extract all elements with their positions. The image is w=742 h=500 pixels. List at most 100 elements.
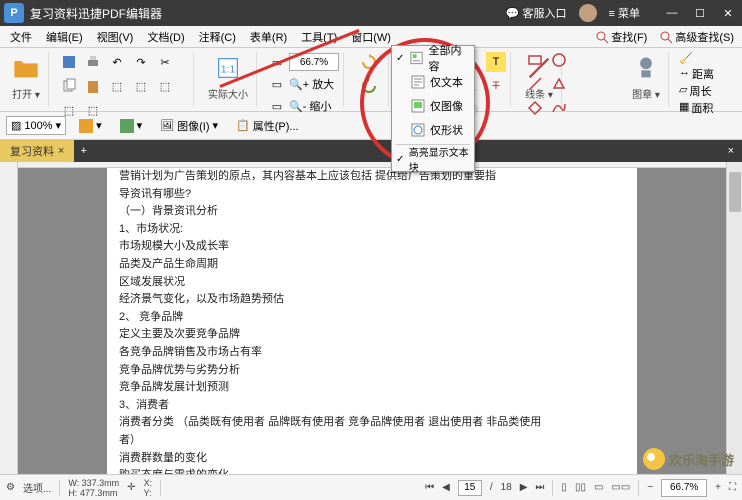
rect-tool-icon[interactable] [527, 52, 547, 72]
text-line[interactable]: 导资讯有哪些? [119, 186, 625, 204]
freehand-tool-icon[interactable] [551, 100, 571, 120]
next-page-icon[interactable]: ▶ [520, 482, 528, 493]
copy-icon[interactable] [59, 76, 79, 96]
menu-item-highlight[interactable]: ✓ 高亮显示文本块 [392, 147, 474, 171]
tool-b-icon[interactable]: ⬚ [131, 76, 151, 96]
area-tool[interactable]: ▦面积 [679, 100, 713, 116]
tab-add-button[interactable]: + [74, 145, 92, 157]
text-line[interactable]: 品类及产品生命周期 [119, 256, 625, 274]
zoom-out-status-icon[interactable]: − [647, 482, 653, 493]
menu-form[interactable]: 表单(R) [244, 27, 293, 47]
props-button[interactable]: 📋 属性(P)... [231, 115, 304, 137]
rotate-ccw-icon[interactable] [359, 76, 379, 96]
menu-view[interactable]: 视图(V) [91, 27, 140, 47]
menu-item-image[interactable]: 仅图像 [392, 94, 474, 118]
actual-size-button[interactable]: 1:1 实际大小 [204, 52, 252, 103]
tabbar-close-icon[interactable]: × [720, 145, 742, 157]
layout-facing-icon[interactable]: ▭ [594, 482, 603, 493]
close-button[interactable]: ✕ [718, 3, 738, 23]
maximize-button[interactable]: ☐ [690, 3, 710, 23]
vertical-scrollbar[interactable] [726, 162, 742, 474]
tab-close-icon[interactable]: × [58, 145, 64, 157]
text-line[interactable]: 者） [119, 432, 625, 450]
document-page[interactable]: 营销计划为广告策划的原点，其内容基本上应该包括 提供给广告策划的重要指 导资讯有… [107, 162, 637, 474]
menu-window[interactable]: 窗口(W) [345, 27, 397, 47]
open-button[interactable]: 打开 ▾ [8, 52, 44, 103]
options-gear-icon[interactable]: ⚙ [6, 482, 15, 493]
layout-continuous-icon[interactable]: ▯▯ [575, 482, 586, 493]
tool-a-icon[interactable]: ⬚ [107, 76, 127, 96]
menu-file[interactable]: 文件 [4, 27, 38, 47]
cut-icon[interactable]: ✂ [155, 52, 175, 72]
text-line[interactable]: 3、消费者 [119, 397, 625, 415]
text-line[interactable]: 市场规模大小及成长率 [119, 238, 625, 256]
fit-status-icon[interactable]: ⛶ [729, 482, 736, 493]
text-line[interactable]: 购买态度与需求的变化 [119, 467, 625, 474]
main-menu-link[interactable]: ≡ 菜单 [609, 5, 640, 21]
customer-service-link[interactable]: 💬 客服入口 [506, 5, 567, 21]
text-line[interactable]: 1、市场状况: [119, 221, 625, 239]
menu-document[interactable]: 文档(D) [141, 27, 190, 47]
page-current-input[interactable] [458, 480, 482, 496]
text-line[interactable]: 各竞争品牌销售及市场占有率 [119, 344, 625, 362]
redo-icon[interactable]: ↷ [131, 52, 151, 72]
minimize-button[interactable]: — [662, 3, 682, 23]
zoom-in-status-icon[interactable]: + [715, 482, 721, 493]
text-line[interactable]: 区域发展状况 [119, 274, 625, 292]
save-icon[interactable] [59, 52, 79, 72]
text-line[interactable]: 经济景气变化，以及市场趋势预估 [119, 291, 625, 309]
menu-item-text[interactable]: 仅文本 [392, 70, 474, 94]
prev-page-icon[interactable]: ◀ [442, 482, 450, 493]
paste-icon[interactable] [83, 76, 103, 96]
first-page-icon[interactable]: ⏮ [425, 482, 434, 493]
last-page-icon[interactable]: ⏭ [535, 482, 544, 493]
menu-item-shape[interactable]: 仅形状 [392, 118, 474, 142]
text-line[interactable]: 竞争品牌优势与劣势分析 [119, 362, 625, 380]
poly-tool-icon[interactable] [551, 76, 571, 96]
layout-single-icon[interactable]: ▯ [561, 482, 567, 493]
color-a[interactable]: ▾ [74, 116, 107, 136]
text-line[interactable]: 消费群数量的变化 [119, 450, 625, 468]
text-line[interactable]: 消费者分类 （品类既有使用者 品牌既有使用者 竞争品牌使用者 退出使用者 非品类… [119, 414, 625, 432]
find-button[interactable]: 查找(F) [591, 27, 651, 47]
layers-button[interactable]: 🖼 图像(I) ▾ [155, 115, 223, 137]
text-line[interactable]: 2、 竞争品牌 [119, 309, 625, 327]
menu-item-all[interactable]: ✓ 全部内容 [392, 46, 474, 70]
highlight-tool-icon[interactable]: T [486, 52, 506, 72]
options-button[interactable]: 选项... [23, 480, 51, 495]
text-line[interactable]: 营销计划为广告策划的原点，其内容基本上应该包括 提供给广告策划的重要指 [119, 168, 625, 186]
fit-height-icon[interactable]: ▭ [267, 96, 287, 116]
scroll-thumb[interactable] [729, 172, 741, 212]
document-tab[interactable]: 复习资料 × [0, 140, 74, 162]
text-line[interactable]: （一）背景资讯分析 [119, 203, 625, 221]
color-b[interactable]: ▾ [115, 116, 148, 136]
layout-book-icon[interactable]: ▭▭ [611, 482, 630, 493]
eraser-tool-icon[interactable]: 🧹 [679, 52, 693, 65]
circle-tool-icon[interactable] [551, 52, 571, 72]
text-line[interactable]: 竞争品牌发展计划预测 [119, 379, 625, 397]
pattern-select[interactable]: ▨ 100% ▾ [6, 116, 66, 135]
stamp-button[interactable]: 图章 ▾ [628, 52, 664, 103]
fit-width-icon[interactable]: ▭ [267, 74, 287, 94]
tool-c-icon[interactable]: ⬚ [155, 76, 175, 96]
rotate-cw-icon[interactable] [359, 52, 379, 72]
menu-tools[interactable]: 工具(T) [295, 27, 343, 47]
distance-tool[interactable]: ↔距离 [679, 66, 714, 82]
undo-icon[interactable]: ↶ [107, 52, 127, 72]
zoom-in-button[interactable]: 🔍+ 放大 [289, 76, 334, 92]
menu-comment[interactable]: 注释(C) [193, 27, 242, 47]
page-viewport[interactable]: 营销计划为广告策划的原点，其内容基本上应该包括 提供给广告策划的重要指 导资讯有… [18, 162, 726, 474]
advanced-find-button[interactable]: 高级查找(S) [655, 27, 738, 47]
strikethrough-tool-icon[interactable]: T [486, 76, 506, 96]
fit-page-icon[interactable]: ▭ [267, 52, 287, 72]
status-zoom-input[interactable] [661, 479, 707, 497]
print-icon[interactable] [83, 52, 103, 72]
diamond-tool-icon[interactable] [527, 100, 547, 120]
line-tool-icon[interactable] [527, 76, 547, 96]
perimeter-tool[interactable]: ▱周长 [679, 83, 711, 99]
zoom-out-button[interactable]: 🔍- 缩小 [289, 98, 331, 114]
user-avatar[interactable] [579, 4, 597, 22]
menu-edit[interactable]: 编辑(E) [40, 27, 89, 47]
text-line[interactable]: 定义主要及次要竞争品牌 [119, 326, 625, 344]
zoom-input[interactable] [289, 53, 339, 71]
